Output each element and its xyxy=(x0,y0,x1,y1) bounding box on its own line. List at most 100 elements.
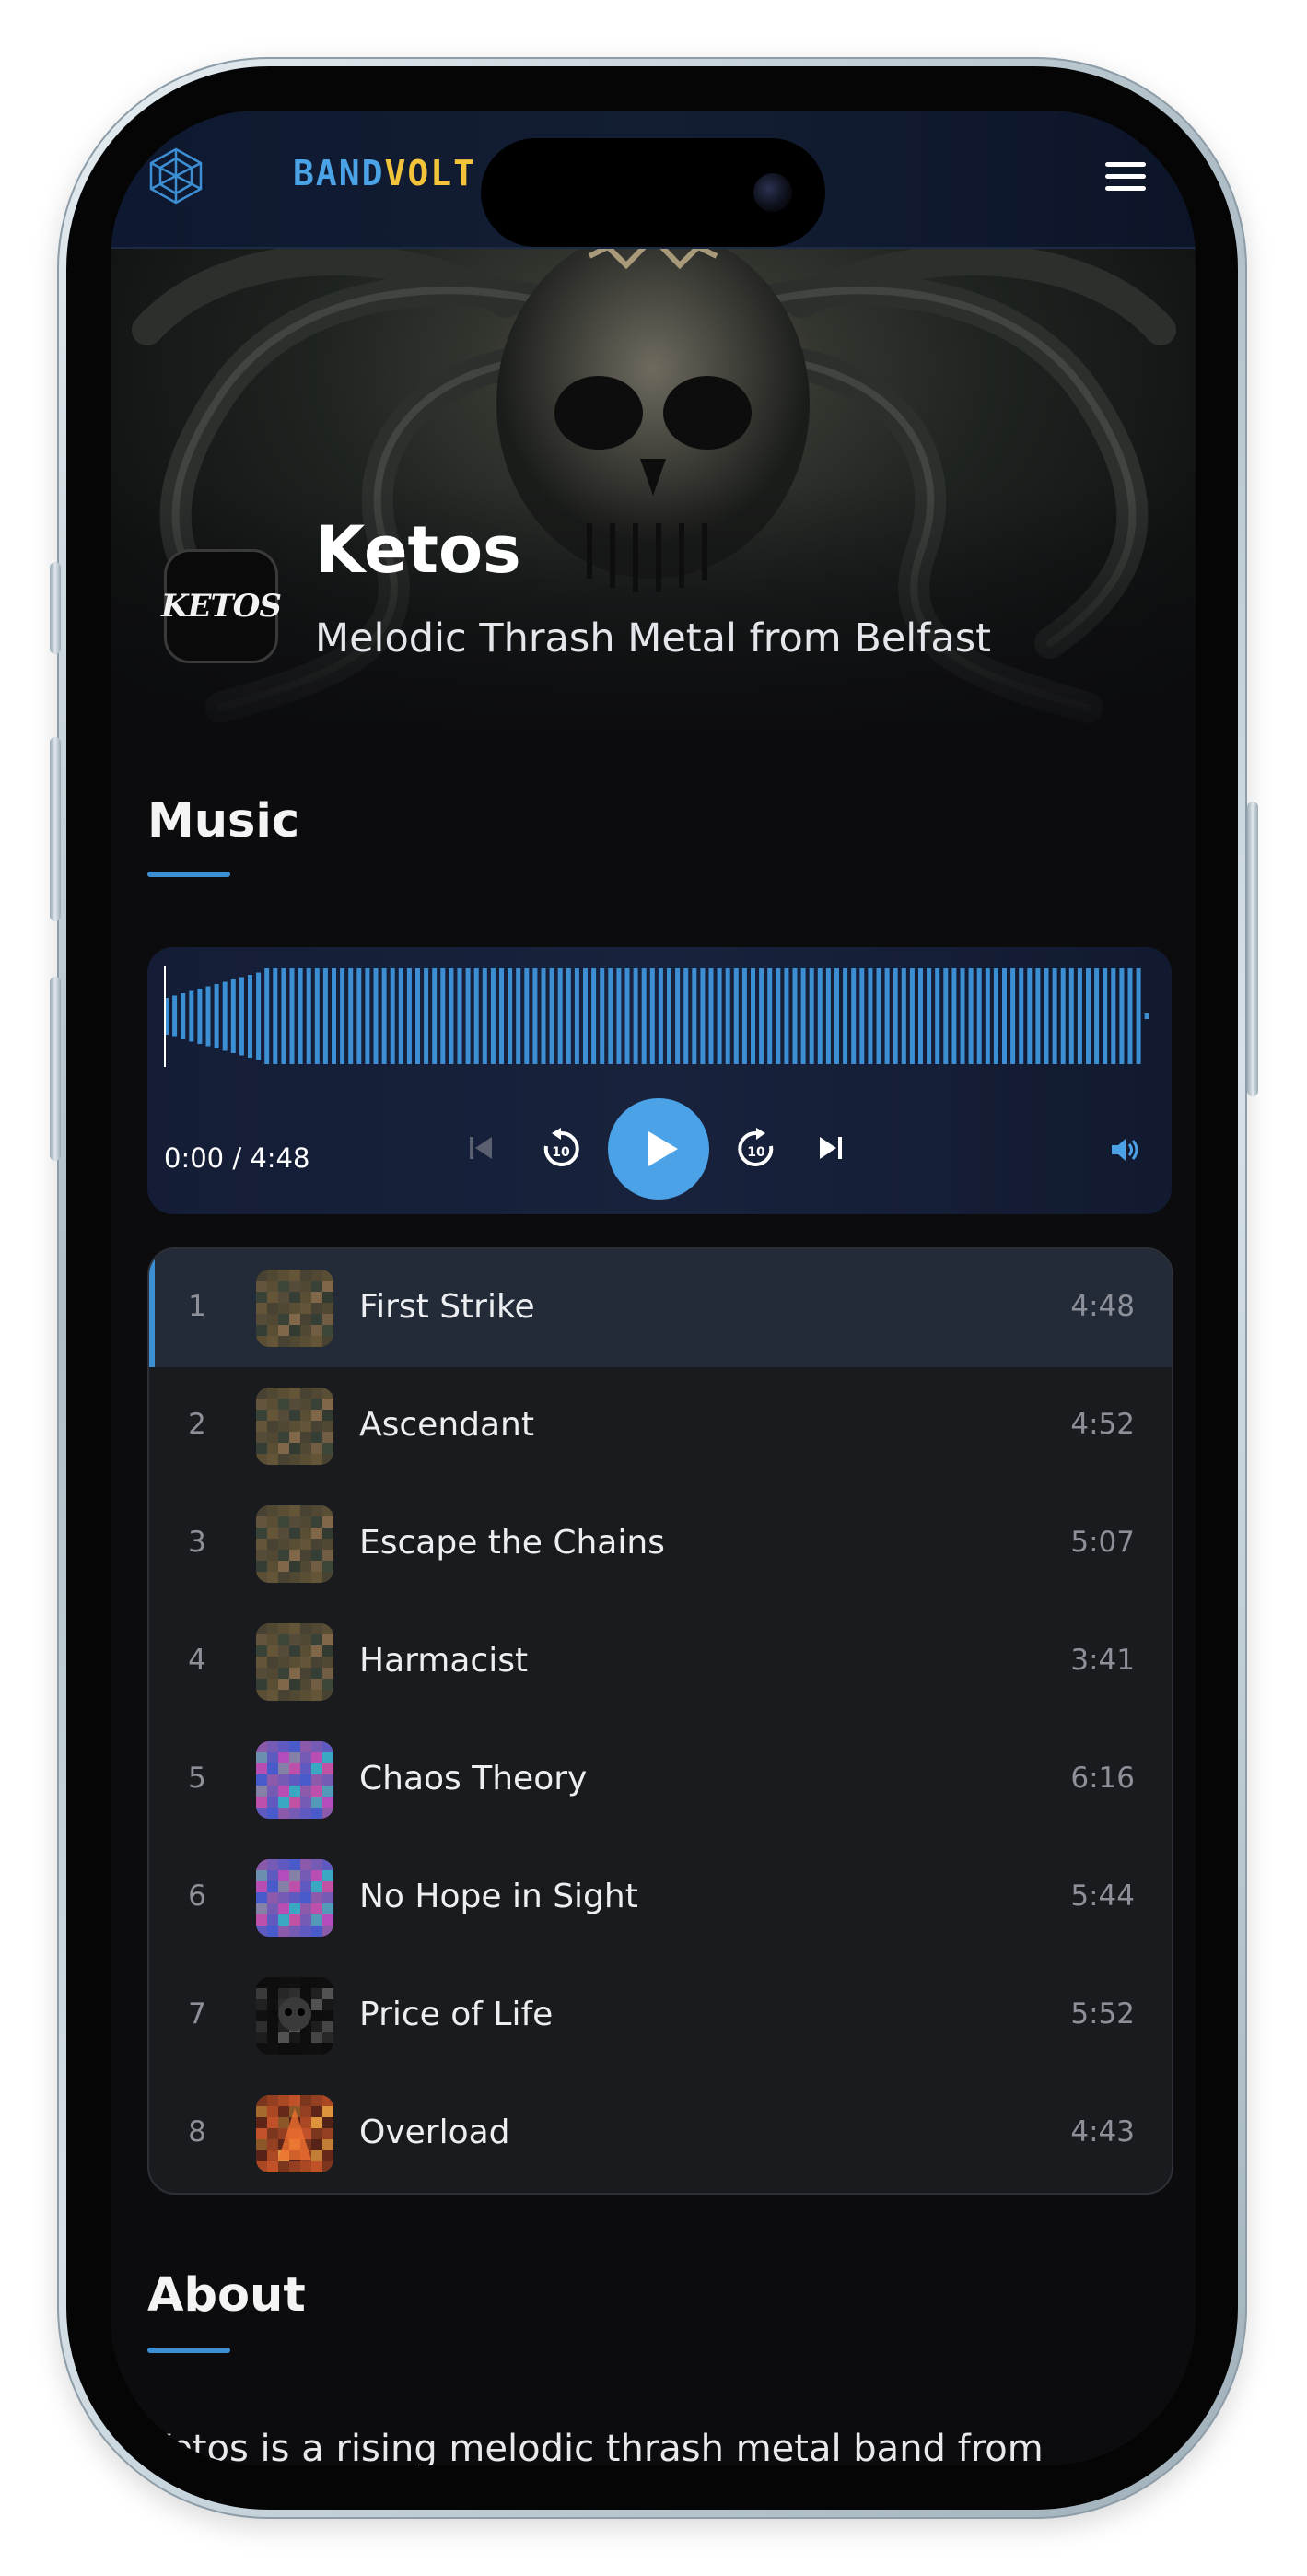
action-button xyxy=(50,562,61,654)
track-title: No Hope in Sight xyxy=(359,1878,638,1915)
front-camera xyxy=(753,173,792,212)
waveform-bar xyxy=(893,968,898,1064)
waveform-bar xyxy=(1035,968,1041,1064)
waveform-bar xyxy=(490,968,496,1064)
track-row[interactable]: 2 Ascendant 4:52 xyxy=(149,1367,1172,1485)
waveform-bar xyxy=(1052,968,1057,1064)
waveform-bar xyxy=(943,968,949,1064)
waveform-bar xyxy=(876,968,881,1064)
track-title: Harmacist xyxy=(359,1642,529,1680)
waveform-bar xyxy=(465,968,471,1064)
waveform-bar xyxy=(809,968,814,1064)
waveform-bar xyxy=(901,968,906,1064)
music-section-title: Music xyxy=(147,794,300,849)
track-duration: 5:07 xyxy=(1070,1526,1135,1559)
skip-back-icon[interactable] xyxy=(464,1131,497,1165)
track-album-art xyxy=(256,1505,333,1583)
track-row[interactable]: 1 First Strike 4:48 xyxy=(149,1249,1172,1367)
about-title-underline xyxy=(147,2348,230,2353)
track-duration: 6:16 xyxy=(1070,1762,1135,1795)
waveform-bar xyxy=(1144,1013,1149,1019)
band-name: Ketos xyxy=(315,512,521,588)
waveform-bar xyxy=(751,968,755,1064)
volume-icon[interactable] xyxy=(1109,1135,1142,1165)
waveform-bar xyxy=(600,968,605,1064)
waveform-bar xyxy=(776,968,781,1064)
band-logo-text: KETOS xyxy=(161,588,282,625)
waveform-bar xyxy=(927,968,932,1064)
play-button[interactable] xyxy=(608,1098,709,1200)
track-row[interactable]: 8 Overload 4:43 xyxy=(149,2075,1172,2193)
track-album-art xyxy=(256,1388,333,1465)
waveform-bar xyxy=(348,968,354,1064)
waveform-bar xyxy=(591,968,597,1064)
rewind-10-icon[interactable]: 10 xyxy=(538,1126,584,1172)
waveform-bar xyxy=(1086,968,1091,1064)
waveform-bar xyxy=(532,968,538,1064)
waveform-bar xyxy=(1136,968,1141,1064)
waveform-bar xyxy=(1060,968,1066,1064)
skip-forward-icon[interactable] xyxy=(814,1131,847,1165)
waveform-bar xyxy=(968,968,974,1064)
track-album-art xyxy=(256,1270,333,1347)
waveform-bar xyxy=(851,968,857,1064)
waveform-bar xyxy=(381,968,387,1064)
waveform-bar xyxy=(985,968,990,1064)
waveform-bar xyxy=(725,968,730,1064)
waveform-bar xyxy=(675,968,681,1064)
playhead-cursor[interactable] xyxy=(164,966,166,1067)
track-title: Ascendant xyxy=(359,1406,534,1444)
about-text: Ketos is a rising melodic thrash metal b… xyxy=(147,2428,1044,2465)
waveform-bar xyxy=(248,975,252,1058)
waveform-bar xyxy=(608,968,613,1064)
track-duration: 3:41 xyxy=(1070,1644,1135,1677)
waveform-bar xyxy=(289,968,295,1064)
waveform-bar xyxy=(508,968,513,1064)
waveform-bar xyxy=(1127,968,1133,1064)
track-row[interactable]: 3 Escape the Chains 5:07 xyxy=(149,1485,1172,1603)
waveform-bar xyxy=(189,990,194,1042)
track-number: 7 xyxy=(188,1997,206,2031)
cube-logo-icon[interactable] xyxy=(146,146,206,206)
waveform-bar xyxy=(457,968,462,1064)
waveform-bar xyxy=(633,968,638,1064)
track-number: 5 xyxy=(188,1762,206,1795)
waveform-bar xyxy=(1044,968,1049,1064)
waveform-bar xyxy=(616,968,622,1064)
waveform-bar xyxy=(843,968,848,1064)
track-duration: 4:43 xyxy=(1070,2115,1135,2149)
svg-text:10: 10 xyxy=(747,1145,765,1160)
waveform-scrubber[interactable] xyxy=(164,966,1159,1067)
waveform-bar xyxy=(432,968,438,1064)
brand-logo-text[interactable]: BANDVOLT xyxy=(293,153,476,193)
waveform-bar xyxy=(256,972,262,1060)
waveform-bar xyxy=(332,968,336,1064)
track-row[interactable]: 4 Harmacist 3:41 xyxy=(149,1603,1172,1721)
waveform-bar xyxy=(884,968,890,1064)
waveform-bar xyxy=(406,968,412,1064)
waveform-bar xyxy=(918,968,923,1064)
waveform-bar xyxy=(566,968,571,1064)
track-row[interactable]: 6 No Hope in Sight 5:44 xyxy=(149,1839,1172,1957)
waveform-bar xyxy=(649,968,655,1064)
waveform-bar xyxy=(935,968,940,1064)
waveform-bar xyxy=(825,968,831,1064)
track-row[interactable]: 5 Chaos Theory 6:16 xyxy=(149,1721,1172,1839)
track-album-art xyxy=(256,1977,333,2055)
waveform-bar xyxy=(541,968,546,1064)
waveform-bar xyxy=(222,981,228,1051)
waveform-bar xyxy=(909,968,915,1064)
track-duration: 4:52 xyxy=(1070,1408,1135,1441)
waveform-bar xyxy=(273,968,278,1064)
waveform-bar xyxy=(624,968,630,1064)
waveform-bar xyxy=(424,968,429,1064)
forward-10-icon[interactable]: 10 xyxy=(733,1126,779,1172)
track-row[interactable]: 7 Price of Life 5:52 xyxy=(149,1957,1172,2075)
waveform-bar xyxy=(817,968,823,1064)
waveform-bar xyxy=(583,968,588,1064)
waveform-bar xyxy=(239,977,244,1056)
hamburger-menu-icon[interactable] xyxy=(1105,162,1146,193)
track-title: First Strike xyxy=(359,1288,535,1326)
waveform-bar xyxy=(197,989,203,1044)
power-button xyxy=(1247,802,1258,1096)
